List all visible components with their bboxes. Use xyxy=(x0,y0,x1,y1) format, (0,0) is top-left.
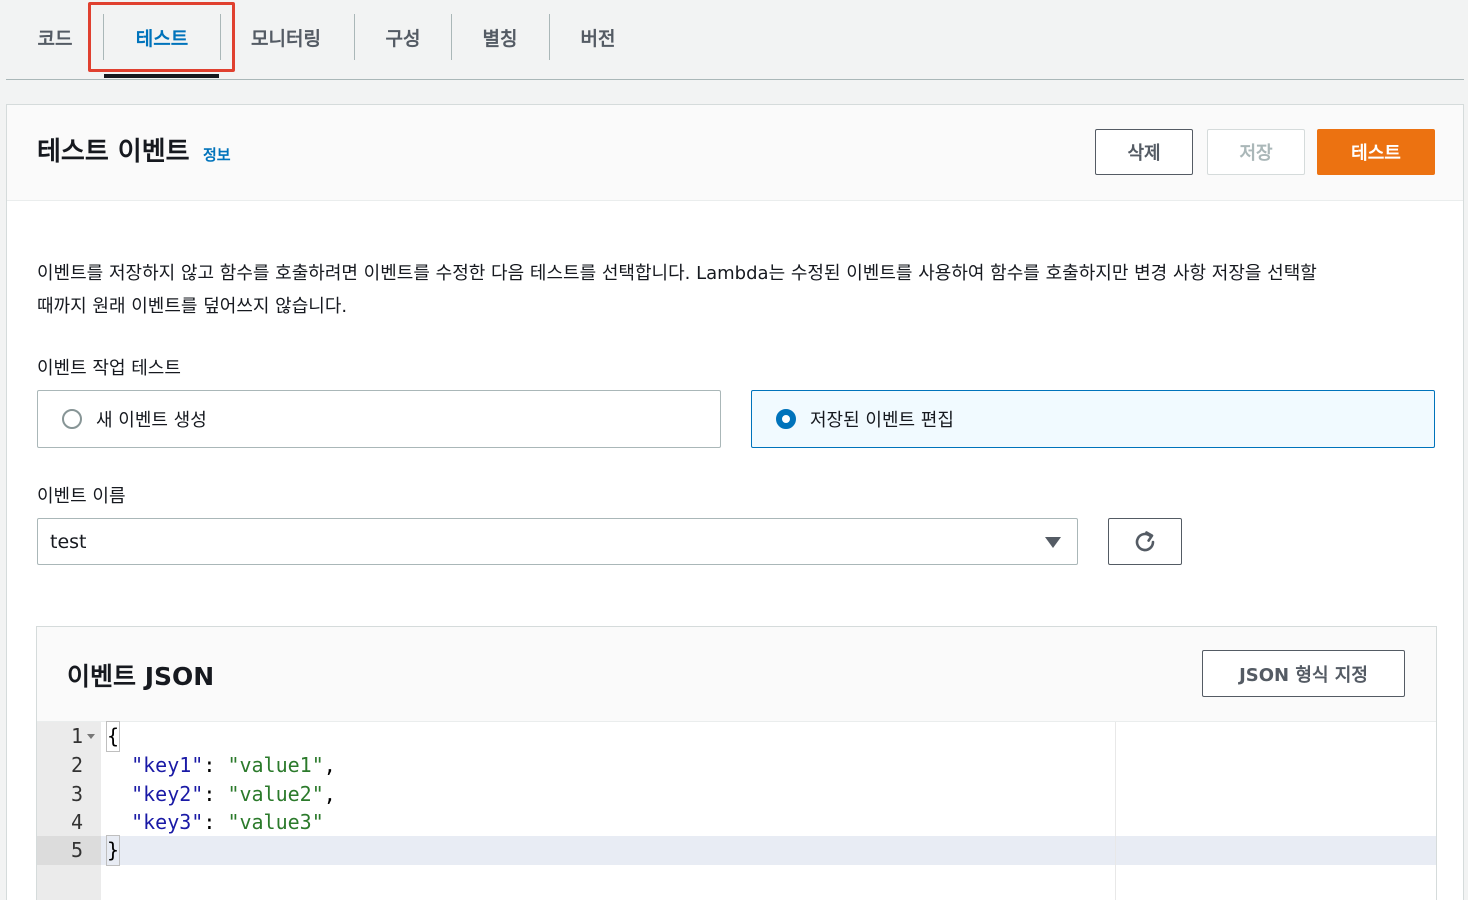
tab-configuration[interactable]: 구성 xyxy=(366,14,440,60)
event-json-panel: 이벤트 JSON JSON 형식 지정 1 { 2 "key1": "value… xyxy=(36,626,1437,900)
code-text: "key1": "value1", xyxy=(131,753,336,777)
tab-versions[interactable]: 버전 xyxy=(560,14,636,60)
select-value: test xyxy=(50,530,87,553)
panel-header: 테스트 이벤트 정보 삭제 저장 테스트 xyxy=(7,105,1463,201)
active-tab-indicator xyxy=(104,74,219,78)
json-title: 이벤트 JSON xyxy=(67,662,215,691)
json-punct: , xyxy=(323,753,336,777)
code-text: "key2": "value2", xyxy=(131,782,336,806)
json-value: "value2" xyxy=(227,782,324,806)
refresh-icon xyxy=(1135,530,1155,551)
code-text: "key3": "value3" xyxy=(131,810,324,834)
caret-down-icon xyxy=(1045,537,1061,548)
code-line: 4 "key3": "value3" xyxy=(37,808,1436,837)
tab-divider xyxy=(354,14,355,60)
event-action-label: 이벤트 작업 테스트 xyxy=(37,358,181,379)
description-line: 때까지 원래 이벤트를 덮어쓰지 않습니다. xyxy=(37,296,348,317)
tab-code[interactable]: 코드 xyxy=(22,14,88,60)
test-event-panel: 테스트 이벤트 정보 삭제 저장 테스트 이벤트를 저장하지 않고 함수를 호출… xyxy=(6,104,1464,900)
format-json-button[interactable]: JSON 형식 지정 xyxy=(1202,650,1405,697)
json-value: "value3" xyxy=(227,810,324,834)
refresh-button[interactable] xyxy=(1108,518,1182,565)
code-line: 5 } xyxy=(37,835,1436,866)
description-line: 이벤트를 저장하지 않고 함수를 호출하려면 이벤트를 수정한 다음 테스트를 … xyxy=(37,263,1317,284)
json-value: "value1" xyxy=(227,753,324,777)
tab-aliases[interactable]: 별칭 xyxy=(462,14,538,60)
line-number: 3 xyxy=(70,782,83,806)
json-key: "key1" xyxy=(131,753,204,777)
line-number: 4 xyxy=(70,810,83,834)
json-key: "key2" xyxy=(131,782,204,806)
radio-label: 저장된 이벤트 편집 xyxy=(810,410,954,431)
radio-unselected-icon[interactable] xyxy=(62,409,82,429)
code-line: 1 { xyxy=(37,721,1436,752)
json-punct: , xyxy=(323,782,336,806)
delete-button[interactable]: 삭제 xyxy=(1095,129,1193,175)
line-number: 1 xyxy=(70,724,83,748)
code-text: { xyxy=(105,721,121,752)
radio-edit-saved-event[interactable]: 저장된 이벤트 편집 xyxy=(751,390,1435,448)
panel-title: 테스트 이벤트 xyxy=(37,137,190,167)
line-number: 2 xyxy=(70,753,83,777)
tab-divider xyxy=(549,14,550,60)
tab-divider xyxy=(220,14,221,60)
tab-bar: 코드 테스트 모니터링 구성 별칭 버전 xyxy=(6,0,1464,80)
json-key: "key3" xyxy=(131,810,204,834)
fold-arrow-icon[interactable] xyxy=(87,734,95,739)
radio-selected-icon[interactable] xyxy=(776,409,796,429)
code-text: } xyxy=(105,835,121,866)
event-name-label: 이벤트 이름 xyxy=(37,486,126,507)
code-editor[interactable]: 1 { 2 "key1": "value1", 3 "key2": "value… xyxy=(37,721,1436,900)
code-line: 2 "key1": "value1", xyxy=(37,751,1436,780)
radio-new-event[interactable]: 새 이벤트 생성 xyxy=(37,390,721,448)
line-number: 5 xyxy=(70,838,83,862)
test-button[interactable]: 테스트 xyxy=(1317,129,1435,175)
tab-monitoring[interactable]: 모니터링 xyxy=(236,14,336,60)
tab-divider xyxy=(451,14,452,60)
save-button[interactable]: 저장 xyxy=(1207,129,1305,175)
event-name-select[interactable]: test xyxy=(37,518,1078,565)
description: 이벤트를 저장하지 않고 함수를 호출하려면 이벤트를 수정한 다음 테스트를 … xyxy=(37,257,1437,323)
tab-test[interactable]: 테스트 xyxy=(104,14,220,60)
code-line: 3 "key2": "value2", xyxy=(37,780,1436,809)
info-link[interactable]: 정보 xyxy=(203,144,231,165)
radio-label: 새 이벤트 생성 xyxy=(96,410,207,431)
